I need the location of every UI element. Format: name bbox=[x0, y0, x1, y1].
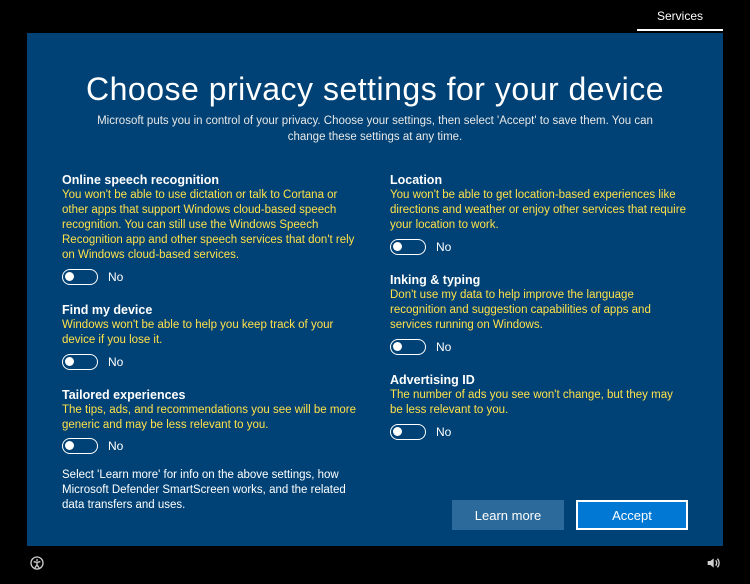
setting-title: Inking & typing bbox=[390, 273, 688, 287]
setting-description: Don't use my data to help improve the la… bbox=[390, 288, 688, 333]
toggle-row: No bbox=[390, 239, 688, 255]
toggle-row: No bbox=[390, 339, 688, 355]
setting-title: Tailored experiences bbox=[62, 388, 360, 402]
toggle-state-label: No bbox=[436, 425, 451, 439]
inking-toggle[interactable] bbox=[390, 339, 426, 355]
left-column: Online speech recognition You won't be a… bbox=[62, 173, 360, 513]
setting-advertising-id: Advertising ID The number of ads you see… bbox=[390, 373, 688, 440]
toggle-knob bbox=[393, 342, 402, 351]
footnote: Select 'Learn more' for info on the abov… bbox=[62, 468, 360, 513]
tailored-toggle[interactable] bbox=[62, 438, 98, 454]
setting-find-my-device: Find my device Windows won't be able to … bbox=[62, 303, 360, 370]
toggle-knob bbox=[65, 272, 74, 281]
toggle-knob bbox=[393, 427, 402, 436]
toggle-state-label: No bbox=[436, 340, 451, 354]
page-title: Choose privacy settings for your device bbox=[62, 71, 688, 108]
setting-title: Online speech recognition bbox=[62, 173, 360, 187]
tab-services[interactable]: Services bbox=[637, 5, 723, 31]
settings-grid: Online speech recognition You won't be a… bbox=[62, 173, 688, 513]
setting-description: The tips, ads, and recommendations you s… bbox=[62, 403, 360, 433]
toggle-row: No bbox=[62, 354, 360, 370]
toggle-knob bbox=[65, 441, 74, 450]
toggle-knob bbox=[393, 242, 402, 251]
adid-toggle[interactable] bbox=[390, 424, 426, 440]
learn-more-button[interactable]: Learn more bbox=[452, 500, 564, 530]
setting-title: Location bbox=[390, 173, 688, 187]
toggle-state-label: No bbox=[108, 270, 123, 284]
location-toggle[interactable] bbox=[390, 239, 426, 255]
right-column: Location You won't be able to get locati… bbox=[390, 173, 688, 513]
setting-title: Advertising ID bbox=[390, 373, 688, 387]
toggle-state-label: No bbox=[108, 355, 123, 369]
ease-of-access-icon[interactable] bbox=[27, 553, 47, 573]
toggle-row: No bbox=[62, 438, 360, 454]
button-row: Learn more Accept bbox=[452, 500, 688, 530]
toggle-knob bbox=[65, 357, 74, 366]
setting-online-speech: Online speech recognition You won't be a… bbox=[62, 173, 360, 285]
toggle-row: No bbox=[62, 269, 360, 285]
toggle-row: No bbox=[390, 424, 688, 440]
setting-description: Windows won't be able to help you keep t… bbox=[62, 318, 360, 348]
toggle-state-label: No bbox=[436, 240, 451, 254]
setting-location: Location You won't be able to get locati… bbox=[390, 173, 688, 255]
setting-inking-typing: Inking & typing Don't use my data to hel… bbox=[390, 273, 688, 355]
setting-description: You won't be able to use dictation or ta… bbox=[62, 188, 360, 263]
tab-bar: Services bbox=[637, 9, 723, 31]
setting-description: The number of ads you see won't change, … bbox=[390, 388, 688, 418]
taskbar bbox=[27, 552, 723, 574]
find-device-toggle[interactable] bbox=[62, 354, 98, 370]
privacy-panel: Choose privacy settings for your device … bbox=[27, 33, 723, 546]
page-subtitle: Microsoft puts you in control of your pr… bbox=[85, 114, 665, 145]
toggle-state-label: No bbox=[108, 439, 123, 453]
volume-icon[interactable] bbox=[703, 553, 723, 573]
speech-toggle[interactable] bbox=[62, 269, 98, 285]
setting-tailored-experiences: Tailored experiences The tips, ads, and … bbox=[62, 388, 360, 455]
setting-description: You won't be able to get location-based … bbox=[390, 188, 688, 233]
setting-title: Find my device bbox=[62, 303, 360, 317]
accept-button[interactable]: Accept bbox=[576, 500, 688, 530]
